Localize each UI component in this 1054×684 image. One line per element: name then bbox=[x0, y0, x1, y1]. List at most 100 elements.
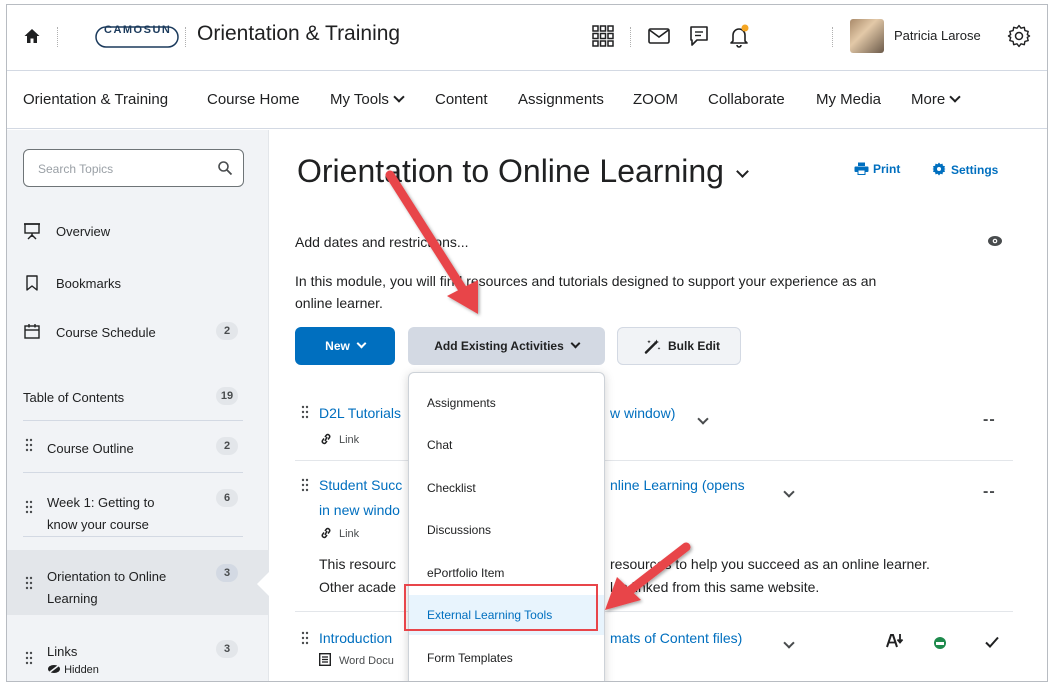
eye-icon[interactable] bbox=[987, 235, 1003, 247]
app-window: CAMOSUN Orientation & Training Patricia … bbox=[6, 4, 1048, 682]
nav-my-tools-label: My Tools bbox=[330, 91, 389, 108]
drag-handle-icon[interactable] bbox=[25, 576, 33, 590]
topic-d2l-tutorials-tail[interactable]: w window) bbox=[610, 402, 675, 424]
separator bbox=[185, 27, 186, 47]
settings-button[interactable]: Settings bbox=[932, 162, 998, 177]
gear-icon bbox=[932, 162, 946, 176]
new-label: New bbox=[325, 339, 350, 353]
topic-student-success-tail[interactable]: nline Learning (opens bbox=[610, 474, 745, 496]
topic-student-success-line2[interactable]: in new windo bbox=[319, 499, 400, 521]
menu-item-chat[interactable]: Chat bbox=[409, 425, 604, 465]
divider bbox=[23, 420, 243, 421]
drag-handle-icon[interactable] bbox=[25, 500, 33, 514]
nav-course-home[interactable]: Course Home bbox=[207, 91, 300, 108]
description-line: online learner. bbox=[295, 295, 383, 311]
hidden-status: Hidden bbox=[47, 663, 99, 676]
sort-download-icon[interactable] bbox=[886, 633, 904, 649]
menu-item-discussions[interactable]: Discussions bbox=[409, 510, 604, 550]
count-badge: 3 bbox=[216, 640, 238, 658]
link-icon bbox=[321, 433, 331, 445]
menu-item-checklist[interactable]: Checklist bbox=[409, 468, 604, 508]
add-existing-activities-button[interactable]: Add Existing Activities bbox=[408, 327, 605, 365]
print-button[interactable]: Print bbox=[854, 162, 900, 176]
home-icon[interactable] bbox=[23, 27, 41, 45]
drag-handle-icon[interactable] bbox=[301, 478, 309, 492]
add-existing-activities-menu: Assignments Chat Checklist Discussions e… bbox=[408, 372, 605, 681]
sidebar-item-course-schedule[interactable]: Course Schedule bbox=[56, 325, 156, 340]
sidebar-item-course-outline[interactable]: Course Outline bbox=[47, 441, 134, 456]
course-title[interactable]: Orientation & Training bbox=[197, 22, 400, 46]
new-button[interactable]: New bbox=[295, 327, 395, 365]
nav-my-tools[interactable]: My Tools bbox=[330, 91, 405, 108]
sidebar-item-bookmarks[interactable]: Bookmarks bbox=[56, 276, 121, 291]
link-icon bbox=[321, 527, 331, 539]
chat-bubble-icon[interactable] bbox=[687, 24, 711, 48]
nav-orientation-training[interactable]: Orientation & Training bbox=[23, 91, 168, 108]
sidebar-item-links[interactable]: Links bbox=[47, 644, 77, 659]
topic-type-label: Link bbox=[339, 528, 360, 540]
nav-more-label: More bbox=[911, 91, 946, 108]
chevron-down-icon[interactable] bbox=[736, 165, 749, 178]
sidebar-item-week-1[interactable]: Week 1: Getting to know your course bbox=[47, 492, 154, 536]
gear-icon[interactable] bbox=[1007, 24, 1031, 48]
nav-more[interactable]: More bbox=[911, 91, 961, 108]
topic-introduction[interactable]: Introduction bbox=[319, 627, 392, 649]
bell-icon[interactable] bbox=[727, 24, 751, 48]
apps-grid-icon[interactable] bbox=[591, 24, 615, 48]
bulk-edit-button[interactable]: Bulk Edit bbox=[617, 327, 741, 365]
logo-text: CAMOSUN bbox=[104, 24, 172, 36]
content-sidebar: Search Topics Overview Bookmarks Course … bbox=[7, 130, 269, 681]
presentation-icon bbox=[24, 223, 40, 240]
chevron-down-icon bbox=[356, 338, 367, 349]
chevron-down-icon[interactable] bbox=[783, 486, 795, 498]
topic-type: Link bbox=[319, 527, 359, 540]
count-badge: 2 bbox=[216, 437, 238, 455]
document-icon bbox=[318, 652, 332, 667]
count-badge: 6 bbox=[216, 489, 238, 507]
description-line: In this module, you will find resources … bbox=[295, 273, 877, 289]
mail-icon[interactable] bbox=[647, 24, 671, 48]
nav-collaborate[interactable]: Collaborate bbox=[708, 91, 785, 108]
bookmark-icon bbox=[26, 275, 38, 291]
page-title[interactable]: Orientation to Online Learning bbox=[297, 153, 749, 190]
drag-handle-icon[interactable] bbox=[301, 631, 309, 645]
menu-item-assignments[interactable]: Assignments bbox=[409, 383, 604, 423]
print-label: Print bbox=[873, 162, 901, 176]
divider bbox=[23, 536, 243, 537]
add-existing-label: Add Existing Activities bbox=[434, 339, 564, 353]
topic-type: Link bbox=[319, 433, 359, 446]
bulk-edit-label: Bulk Edit bbox=[668, 339, 721, 353]
topic-introduction-tail[interactable]: mats of Content files) bbox=[610, 627, 742, 649]
menu-item-form-templates[interactable]: Form Templates bbox=[409, 638, 604, 678]
chevron-down-icon bbox=[393, 91, 405, 103]
count-badge: 2 bbox=[216, 322, 238, 340]
course-navbar: Orientation & Training Course Home My To… bbox=[7, 72, 1047, 129]
user-name[interactable]: Patricia Larose bbox=[894, 28, 981, 43]
search-placeholder: Search Topics bbox=[38, 162, 114, 176]
search-icon[interactable] bbox=[217, 160, 233, 176]
chevron-down-icon[interactable] bbox=[697, 413, 709, 425]
divider bbox=[23, 472, 243, 473]
sidebar-item-orientation-online-learning[interactable]: Orientation to Online Learning bbox=[47, 566, 166, 610]
search-input[interactable]: Search Topics bbox=[23, 149, 244, 187]
top-bar: CAMOSUN Orientation & Training Patricia … bbox=[7, 5, 1047, 71]
sidebar-item-table-of-contents[interactable]: Table of Contents bbox=[23, 390, 124, 405]
drag-handle-icon[interactable] bbox=[25, 438, 33, 452]
topic-student-success[interactable]: Student Succ bbox=[319, 474, 402, 496]
avatar[interactable] bbox=[850, 19, 884, 53]
nav-assignments[interactable]: Assignments bbox=[518, 91, 604, 108]
add-dates-link[interactable]: Add dates and restrictions... bbox=[295, 231, 469, 253]
chevron-down-icon[interactable] bbox=[783, 637, 795, 649]
divider bbox=[295, 460, 1013, 461]
separator bbox=[57, 27, 58, 47]
topic-description: lso linked from this same website. bbox=[610, 579, 820, 595]
topic-d2l-tutorials[interactable]: D2L Tutorials bbox=[319, 402, 401, 424]
nav-my-media[interactable]: My Media bbox=[816, 91, 881, 108]
drag-handle-icon[interactable] bbox=[25, 651, 33, 665]
drag-handle-icon[interactable] bbox=[301, 405, 309, 419]
topic-type-label: Word Docu bbox=[339, 655, 394, 667]
nav-zoom[interactable]: ZOOM bbox=[633, 91, 678, 108]
topic-description: resources to help you succeed as an onli… bbox=[610, 556, 930, 572]
nav-content[interactable]: Content bbox=[435, 91, 488, 108]
sidebar-item-overview[interactable]: Overview bbox=[56, 224, 110, 239]
